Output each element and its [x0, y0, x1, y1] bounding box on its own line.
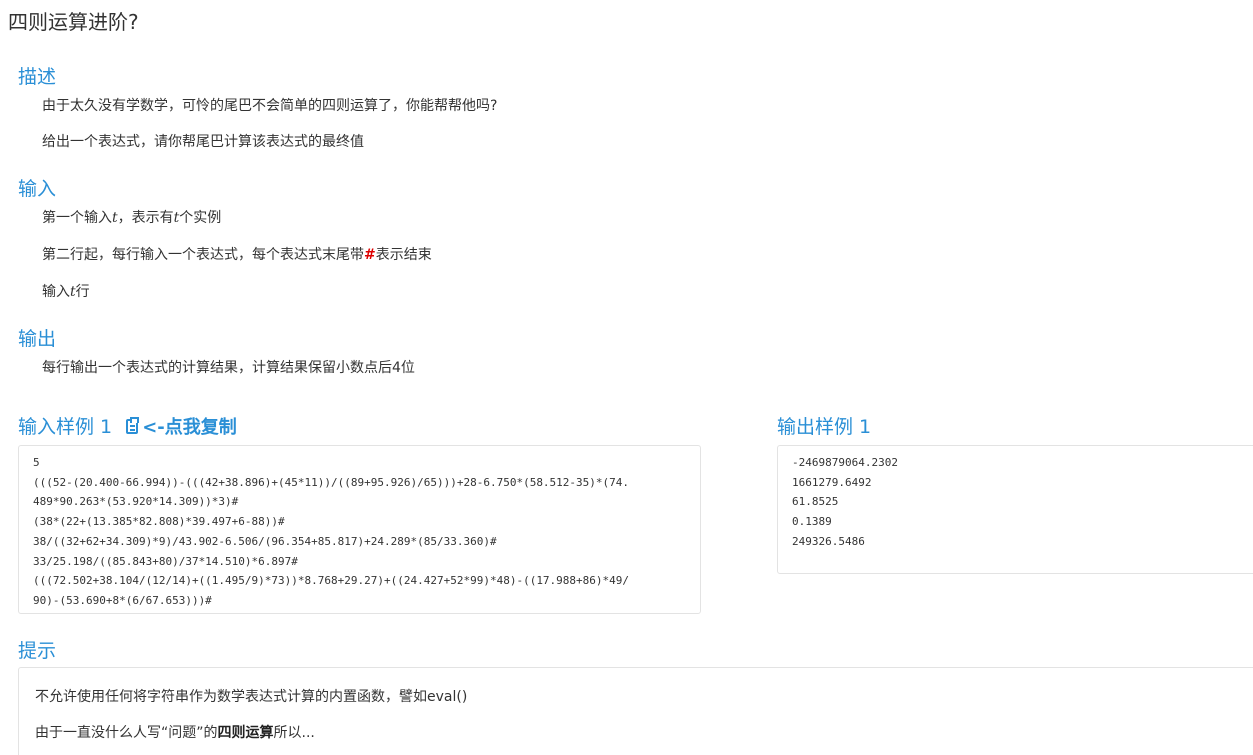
output-line-1: 每行输出一个表达式的计算结果，计算结果保留小数点后4位 [42, 360, 415, 376]
input-line-1: 第一个输入t，表示有t个实例 [42, 207, 221, 227]
sample-output-line: 0.1389 [792, 515, 832, 529]
input-line-2-prefix: 第二行起，每行输入一个表达式，每个表达式末尾带 [42, 247, 364, 263]
input-line-3-prefix: 输入 [42, 284, 70, 300]
input-line-1-suffix: 个实例 [179, 210, 222, 226]
sample-output-line: 1661279.6492 [792, 475, 872, 489]
sample-output-header: 输出样例 1 [777, 412, 871, 439]
description-heading: 描述 [18, 66, 57, 88]
hint-line-2-bold: 四则运算 [217, 725, 274, 741]
sample-input-line: 38/((32+62+34.309)*9)/43.902-6.506/(96.3… [33, 534, 497, 548]
sample-output-line: 249326.5486 [792, 534, 865, 548]
clipboard-icon[interactable] [126, 417, 140, 434]
page-title: 四则运算进阶? [8, 10, 139, 34]
hint-box: 不允许使用任何将字符串作为数学表达式计算的内置函数，譬如eval() 由于一直没… [18, 667, 1253, 755]
hint-line-2-prefix: 由于一直没什么人写“问题”的 [35, 725, 218, 741]
sample-output-box[interactable]: -2469879064.2302 1661279.6492 61.8525 0.… [777, 445, 1253, 574]
sample-input-line: 5 [33, 456, 40, 469]
sample-output-line: 61.8525 [792, 495, 839, 509]
input-line-2-suffix: 表示结束 [375, 247, 432, 263]
sample-input-header: 输入样例 1 <-点我复制 [18, 412, 237, 439]
sample-input-heading: 输入样例 1 [18, 416, 113, 438]
sample-output-line: -2469879064.2302 [792, 456, 898, 469]
input-line-3: 输入t行 [42, 281, 90, 301]
description-line-1: 由于太久没有学数学，可怜的尾巴不会简单的四则运算了，你能帮帮他吗? [42, 98, 498, 114]
sample-input-line: (((52-(20.400-66.994))-(((42+38.896)+(45… [33, 475, 630, 489]
hint-line-1: 不允许使用任何将字符串作为数学表达式计算的内置函数，譬如eval() [35, 689, 468, 705]
sample-input-line: 489*90.263*(53.920*14.309))*3)# [33, 495, 239, 509]
hint-line-2-suffix: 所以... [273, 725, 315, 741]
copy-sample-button[interactable]: <-点我复制 [126, 417, 237, 438]
input-line-3-suffix: 行 [75, 284, 90, 300]
description-line-2: 给出一个表达式，请你帮尾巴计算该表达式的最终值 [42, 134, 364, 150]
input-line-1-mid: ，表示有 [117, 210, 174, 226]
sample-input-line: (((72.502+38.104/(12/14)+((1.495/9)*73))… [33, 574, 630, 588]
sample-input-line: (38*(22+(13.385*82.808)*39.497+6-88))# [33, 515, 285, 529]
input-line-2: 第二行起，每行输入一个表达式，每个表达式末尾带#表示结束 [42, 244, 432, 264]
sample-output-code[interactable]: -2469879064.2302 1661279.6492 61.8525 0.… [778, 446, 1253, 552]
hint-heading: 提示 [18, 640, 57, 662]
input-heading: 输入 [18, 178, 57, 200]
output-heading: 输出 [18, 328, 57, 350]
hint-line-2: 由于一直没什么人写“问题”的四则运算所以... [35, 722, 315, 742]
hash-symbol: # [364, 247, 376, 263]
sample-input-code[interactable]: 5 (((52-(20.400-66.994))-(((42+38.896)+(… [19, 446, 700, 611]
sample-input-line: 33/25.198/((85.843+80)/37*14.510)*6.897# [33, 554, 298, 568]
copy-sample-label[interactable]: <-点我复制 [142, 417, 237, 438]
sample-input-line: 90)-(53.690+8*(6/67.653)))# [33, 593, 212, 607]
input-line-1-prefix: 第一个输入 [42, 210, 112, 226]
sample-output-heading: 输出样例 1 [777, 416, 872, 438]
sample-input-box[interactable]: 5 (((52-(20.400-66.994))-(((42+38.896)+(… [18, 445, 701, 614]
